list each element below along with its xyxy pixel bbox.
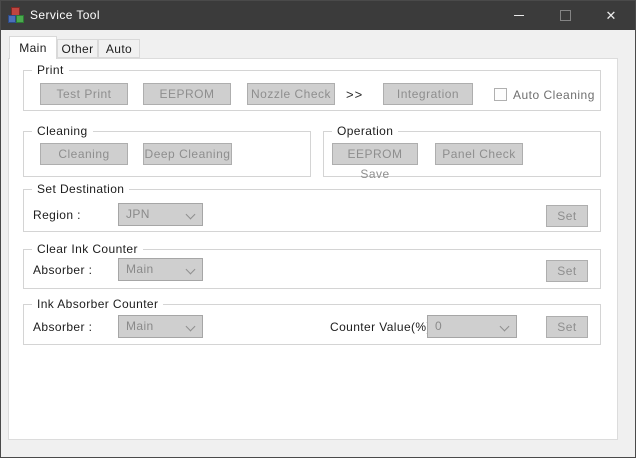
operation-group-label: Operation [332,124,398,138]
tab-main[interactable]: Main [9,36,57,59]
ink-absorber-dropdown[interactable]: Main [118,315,203,338]
counter-value-label: Counter Value(%) : [330,320,438,334]
close-button[interactable]: ✕ [588,0,634,30]
app-icon-blue-block [8,15,16,23]
clear-ink-set-button[interactable]: Set [546,260,588,282]
tab-other[interactable]: Other [57,39,98,58]
close-icon: ✕ [606,9,617,22]
ink-absorber-dropdown-value: Main [126,319,154,333]
eeprom-save-button[interactable]: EEPROM Save [332,143,418,165]
title-bar: Service Tool ✕ [0,0,636,30]
region-dropdown-value: JPN [126,207,150,221]
double-chevron-separator: >> [346,87,363,102]
test-print-button[interactable]: Test Print [40,83,128,105]
auto-cleaning-label: Auto Cleaning [513,88,595,102]
minimize-icon [514,15,524,16]
panel-check-button[interactable]: Panel Check [435,143,523,165]
maximize-icon [560,10,571,21]
counter-value-dropdown-value: 0 [435,319,442,333]
ink-absorber-set-button[interactable]: Set [546,316,588,338]
app-icon-green-block [16,15,24,23]
nozzle-check-button[interactable]: Nozzle Check [247,83,335,105]
window-title: Service Tool [30,8,100,22]
print-group-label: Print [32,63,69,77]
auto-cleaning-checkbox[interactable] [494,88,507,101]
chevron-down-icon [186,210,196,220]
cleaning-group-label: Cleaning [32,124,93,138]
region-label: Region : [33,208,81,222]
app-blocks-icon [8,7,24,23]
service-tool-window: Service Tool ✕ Main Other Auto Print Tes… [0,0,636,458]
ink-absorber-label: Absorber : [33,320,92,334]
counter-value-dropdown[interactable]: 0 [427,315,517,338]
chevron-down-icon [186,322,196,332]
ink-absorber-counter-group-label: Ink Absorber Counter [32,297,163,311]
clear-ink-counter-group: Clear Ink Counter [23,249,601,289]
chevron-down-icon [500,322,510,332]
set-destination-group: Set Destination [23,189,601,232]
eeprom-button[interactable]: EEPROM [143,83,231,105]
cleaning-button[interactable]: Cleaning [40,143,128,165]
deep-cleaning-button[interactable]: Deep Cleaning [143,143,232,165]
minimize-button[interactable] [496,0,542,30]
region-dropdown[interactable]: JPN [118,203,203,226]
maximize-button[interactable] [542,0,588,30]
set-destination-set-button[interactable]: Set [546,205,588,227]
clear-absorber-label: Absorber : [33,263,92,277]
clear-absorber-dropdown-value: Main [126,262,154,276]
integration-button[interactable]: Integration [383,83,473,105]
clear-ink-counter-group-label: Clear Ink Counter [32,242,143,256]
tab-auto[interactable]: Auto [98,39,140,58]
set-destination-group-label: Set Destination [32,182,129,196]
chevron-down-icon [186,265,196,275]
clear-absorber-dropdown[interactable]: Main [118,258,203,281]
